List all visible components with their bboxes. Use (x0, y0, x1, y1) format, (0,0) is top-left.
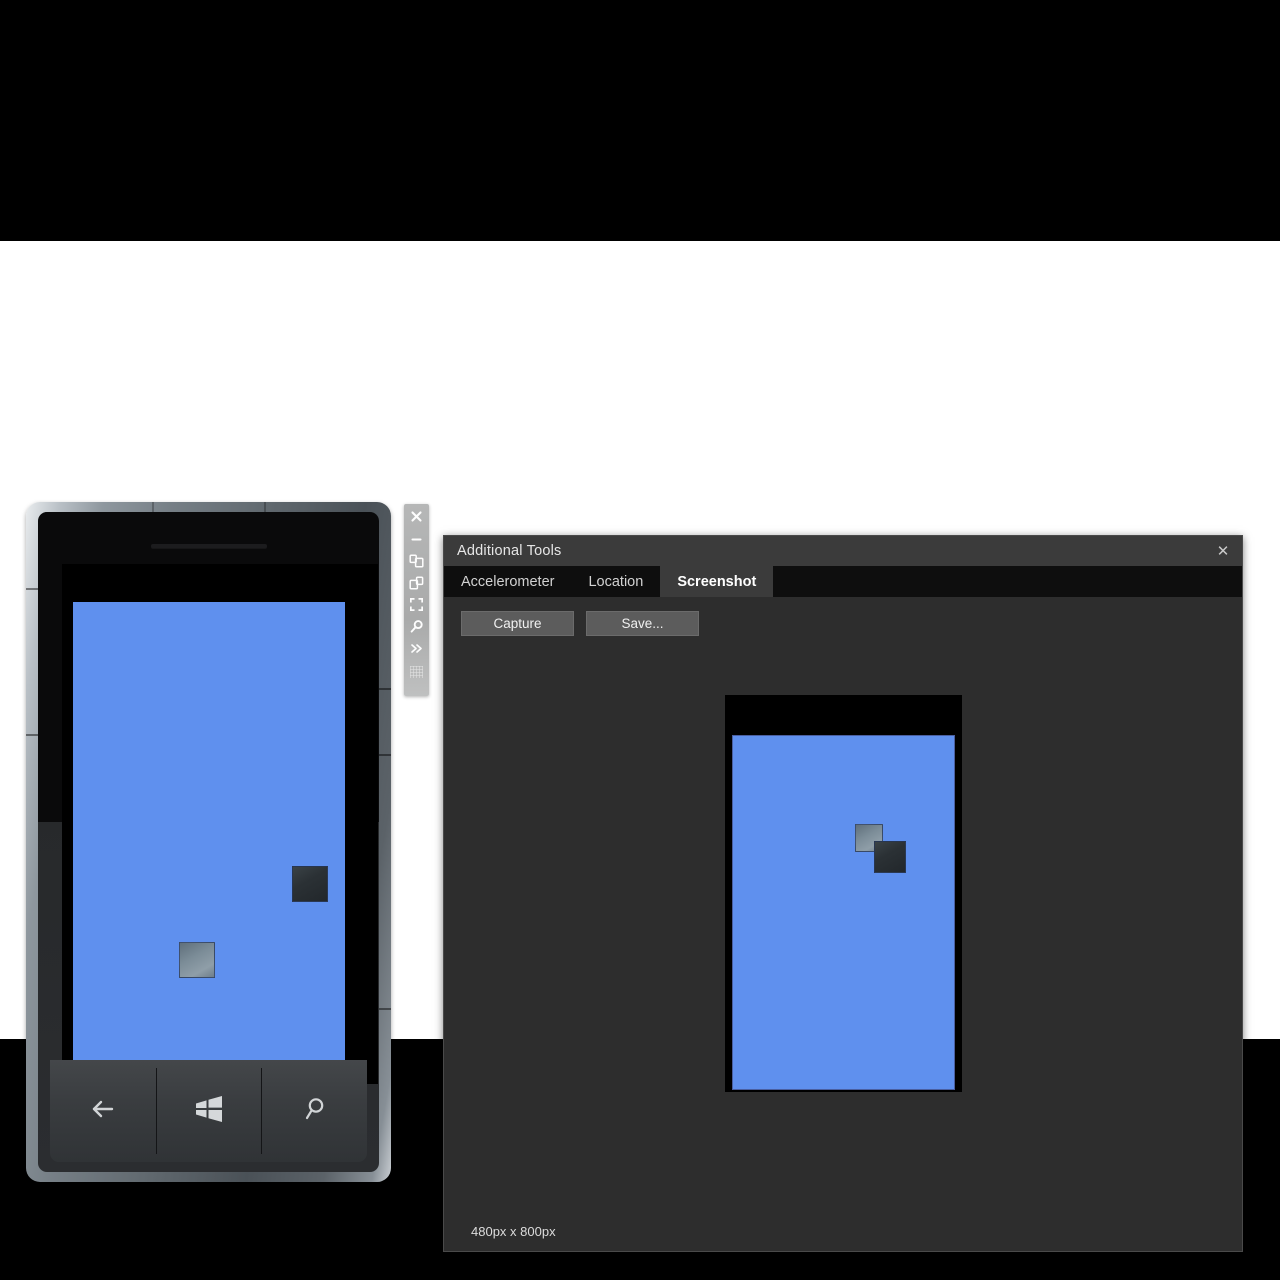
screenshot-dimensions-label: 480px x 800px (471, 1223, 556, 1239)
back-button[interactable] (50, 1060, 156, 1162)
emulator-close-button[interactable] (404, 508, 429, 530)
emulator-expand-button[interactable] (404, 640, 429, 662)
resize-grip-icon[interactable] (410, 666, 423, 678)
rotate-left-icon (409, 553, 424, 573)
chassis-seam (264, 502, 266, 512)
tab-location[interactable]: Location (571, 566, 660, 597)
screenshot-action-buttons: Capture Save... (461, 611, 1225, 636)
phone-app-screen[interactable] (73, 602, 345, 1074)
search-button[interactable] (261, 1060, 367, 1162)
emulator-fit-to-screen-button[interactable] (404, 596, 429, 618)
window-title: Additional Tools (457, 543, 562, 559)
phone-chassis (26, 502, 391, 1182)
save-button[interactable]: Save... (586, 611, 699, 636)
close-icon[interactable]: ✕ (1210, 540, 1236, 562)
screenshot-preview-image[interactable] (724, 695, 962, 1092)
preview-app-screen (731, 735, 955, 1090)
windows-phone-emulator[interactable] (26, 502, 391, 1182)
power-button-seam (377, 688, 391, 690)
screenshot-tab-panel: Capture Save... 480px x 800px (444, 597, 1242, 1251)
phone-hardware-button-bar (50, 1060, 367, 1162)
emulator-rotate-right-button[interactable] (404, 574, 429, 596)
tab-accelerometer[interactable]: Accelerometer (444, 566, 571, 597)
fit-to-screen-icon (409, 597, 424, 617)
search-magnifier-icon (299, 1094, 329, 1129)
light-square[interactable] (179, 942, 215, 978)
emulator-minimize-button[interactable] (404, 530, 429, 552)
dark-square (873, 841, 906, 873)
start-button[interactable] (155, 1060, 262, 1162)
minimize-icon (410, 532, 423, 550)
additional-tools-window: Additional Tools ✕ Accelerometer Locatio… (443, 535, 1243, 1252)
screen-root: Additional Tools ✕ Accelerometer Locatio… (0, 0, 1280, 1280)
screenshot-preview-area (461, 636, 1225, 1211)
expand-chevrons-icon (409, 642, 424, 660)
close-icon (410, 510, 423, 528)
capture-button[interactable]: Capture (461, 611, 574, 636)
emulator-zoom-button[interactable] (404, 618, 429, 640)
desktop-surface: Additional Tools ✕ Accelerometer Locatio… (0, 241, 1280, 1252)
tab-strip: Accelerometer Location Screenshot (444, 566, 1242, 597)
emulator-rotate-left-button[interactable] (404, 552, 429, 574)
camera-button-seam (377, 1008, 391, 1010)
emulator-side-toolbar[interactable] (404, 504, 429, 696)
phone-screen-bezel (62, 564, 378, 1084)
chassis-seam (152, 502, 154, 512)
back-arrow-icon (86, 1095, 120, 1128)
phone-front-face (38, 512, 379, 1172)
tab-screenshot[interactable]: Screenshot (660, 566, 774, 597)
zoom-icon (409, 619, 424, 639)
window-titlebar[interactable]: Additional Tools ✕ (444, 536, 1242, 566)
earpiece-speaker-icon (150, 544, 267, 548)
camera-button-seam (377, 754, 391, 756)
rotate-right-icon (409, 575, 424, 595)
windows-logo-icon (192, 1094, 226, 1129)
dark-square[interactable] (292, 866, 328, 902)
